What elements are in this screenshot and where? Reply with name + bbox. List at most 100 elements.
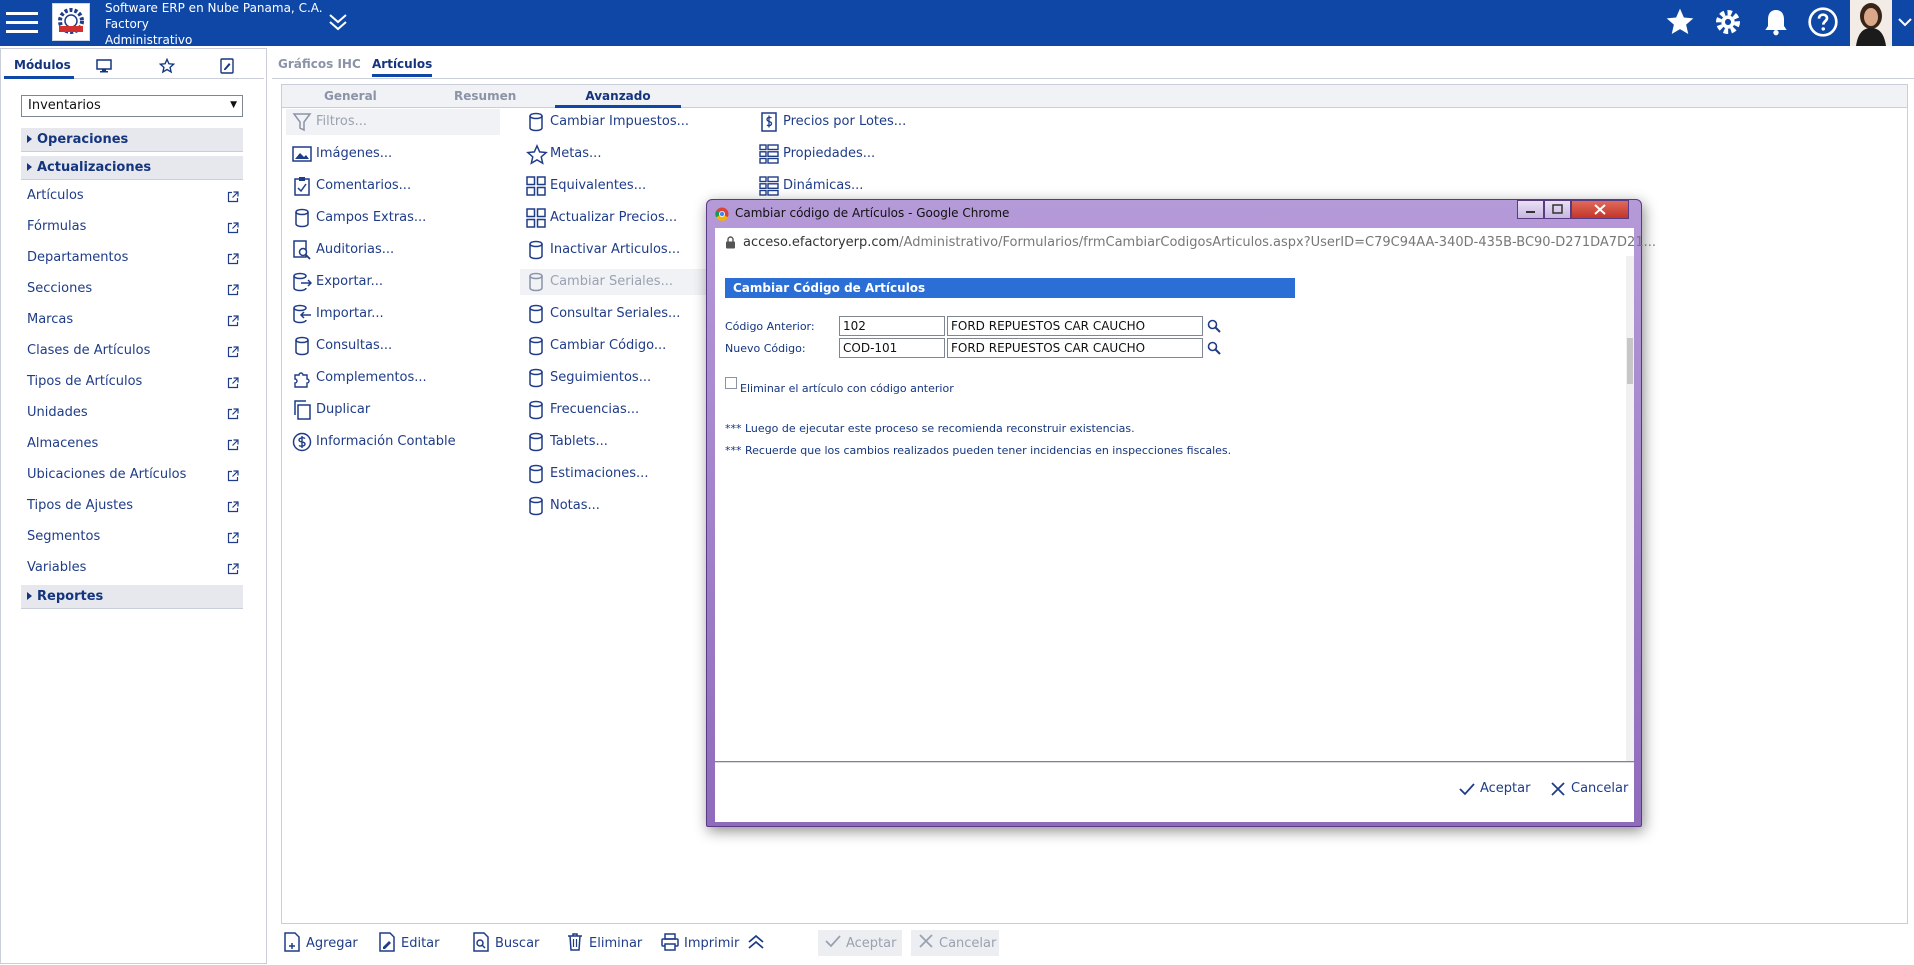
- add-button[interactable]: Agregar: [282, 930, 362, 956]
- search-button[interactable]: Buscar: [471, 930, 541, 956]
- gear-icon[interactable]: [1712, 6, 1744, 38]
- collapse-up-button[interactable]: [746, 930, 768, 956]
- chevron-down-icon[interactable]: [1897, 14, 1913, 30]
- action-item[interactable]: Consultar Seriales...: [520, 301, 734, 327]
- caret-right-icon: [27, 592, 32, 600]
- check-icon: [1458, 781, 1476, 797]
- tab-graficos-ihc[interactable]: Gráficos IHC: [278, 57, 361, 71]
- print-button[interactable]: Imprimir: [660, 930, 740, 956]
- address-bar[interactable]: acceso.efactoryerp.com/Administrativo/Fo…: [715, 228, 1656, 257]
- section-operaciones[interactable]: Operaciones: [21, 128, 243, 152]
- search-icon[interactable]: [1207, 341, 1221, 355]
- dialog-accept-button[interactable]: Aceptar: [1458, 779, 1532, 799]
- edit-button[interactable]: Editar: [377, 930, 447, 956]
- action-item[interactable]: Cambiar Seriales...: [520, 269, 734, 295]
- tab-articulos[interactable]: Artículos: [372, 57, 433, 77]
- action-item[interactable]: Filtros...: [286, 109, 500, 135]
- left-tabs: Módulos: [4, 54, 264, 79]
- tab-notes[interactable]: [219, 54, 243, 76]
- dialog-cancel-button[interactable]: Cancelar: [1549, 779, 1629, 799]
- delete-button[interactable]: Eliminar: [565, 930, 645, 956]
- action-item[interactable]: Propiedades...: [753, 141, 967, 167]
- bell-icon[interactable]: [1760, 6, 1792, 38]
- external-link-icon: [227, 470, 239, 482]
- action-item[interactable]: Campos Extras...: [286, 205, 500, 231]
- external-link-icon: [227, 222, 239, 234]
- action-item[interactable]: Complementos...: [286, 365, 500, 391]
- trash-icon: [565, 932, 585, 952]
- sidebar-item[interactable]: Tipos de Ajustes: [27, 498, 239, 518]
- action-item-label: Cambiar Impuestos...: [550, 114, 689, 129]
- tab-modulos[interactable]: Módulos: [4, 54, 74, 79]
- subtab-general[interactable]: General: [324, 89, 377, 103]
- delete-old-code-checkbox[interactable]: [725, 377, 737, 389]
- section-actualizaciones[interactable]: Actualizaciones: [21, 156, 243, 180]
- cancel-button[interactable]: Cancelar: [911, 930, 999, 956]
- tab-favorites[interactable]: [159, 54, 183, 76]
- subtab-resumen[interactable]: Resumen: [454, 89, 516, 103]
- action-item[interactable]: Seguimientos...: [520, 365, 734, 391]
- sidebar-item[interactable]: Variables: [27, 560, 239, 580]
- menu-icon[interactable]: [6, 8, 38, 38]
- dialog-scrollbar[interactable]: [1626, 256, 1634, 761]
- accept-button[interactable]: Aceptar: [818, 930, 902, 956]
- old-description-input[interactable]: FORD REPUESTOS CAR CAUCHO: [947, 316, 1203, 336]
- action-item[interactable]: Importar...: [286, 301, 500, 327]
- help-icon[interactable]: [1807, 6, 1839, 38]
- scrollbar-thumb[interactable]: [1627, 338, 1633, 384]
- action-item[interactable]: Tablets...: [520, 429, 734, 455]
- section-reportes[interactable]: Reportes: [21, 585, 243, 609]
- subtab-avanzado[interactable]: Avanzado: [555, 89, 681, 108]
- action-item[interactable]: Cambiar Impuestos...: [520, 109, 734, 135]
- sidebar-item[interactable]: Secciones: [27, 281, 239, 301]
- avatar[interactable]: [1850, 0, 1892, 46]
- maximize-button[interactable]: [1544, 200, 1571, 219]
- sidebar-item[interactable]: Marcas: [27, 312, 239, 332]
- sidebar-item-label: Ubicaciones de Artículos: [27, 467, 187, 482]
- action-item-label: Complementos...: [316, 370, 427, 385]
- sidebar-item[interactable]: Segmentos: [27, 529, 239, 549]
- search-icon[interactable]: [1207, 319, 1221, 333]
- double-chevron-down-icon[interactable]: [326, 12, 350, 32]
- module-select[interactable]: Inventarios ▼: [21, 95, 243, 117]
- action-item[interactable]: Inactivar Articulos...: [520, 237, 734, 263]
- action-item[interactable]: Auditorias...: [286, 237, 500, 263]
- action-item[interactable]: Cambiar Código...: [520, 333, 734, 359]
- sidebar-item[interactable]: Fórmulas: [27, 219, 239, 239]
- new-code-input[interactable]: COD-101: [839, 338, 945, 358]
- action-item[interactable]: Exportar...: [286, 269, 500, 295]
- action-item[interactable]: Actualizar Precios...: [520, 205, 734, 231]
- action-item[interactable]: Imágenes...: [286, 141, 500, 167]
- tab-desktop[interactable]: [96, 54, 120, 76]
- old-code-input[interactable]: 102: [839, 316, 945, 336]
- dialog-heading: Cambiar Código de Artículos: [725, 278, 1295, 298]
- minimize-button[interactable]: [1517, 200, 1544, 219]
- sidebar-item[interactable]: Almacenes: [27, 436, 239, 456]
- sidebar-item[interactable]: Artículos: [27, 188, 239, 208]
- database-icon: [526, 336, 546, 356]
- sidebar-item[interactable]: Unidades: [27, 405, 239, 425]
- sidebar-item[interactable]: Tipos de Artículos: [27, 374, 239, 394]
- action-item[interactable]: Duplicar: [286, 397, 500, 423]
- action-item[interactable]: Frecuencias...: [520, 397, 734, 423]
- action-item[interactable]: Equivalentes...: [520, 173, 734, 199]
- action-item[interactable]: Comentarios...: [286, 173, 500, 199]
- action-item[interactable]: Información Contable: [286, 429, 500, 455]
- star-icon[interactable]: [1664, 6, 1696, 38]
- accept-button-label: Aceptar: [846, 936, 897, 951]
- copy-icon: [292, 400, 312, 420]
- sidebar-item[interactable]: Ubicaciones de Artículos: [27, 467, 239, 487]
- dialog-accept-label: Aceptar: [1480, 781, 1531, 796]
- window-close-button[interactable]: [1571, 200, 1629, 219]
- action-item[interactable]: Consultas...: [286, 333, 500, 359]
- action-item[interactable]: Dinámicas...: [753, 173, 967, 199]
- action-item[interactable]: Notas...: [520, 493, 734, 519]
- action-item[interactable]: Precios por Lotes...: [753, 109, 967, 135]
- action-item[interactable]: Estimaciones...: [520, 461, 734, 487]
- new-description-input[interactable]: FORD REPUESTOS CAR CAUCHO: [947, 338, 1203, 358]
- edit-file-icon: [377, 932, 397, 952]
- sidebar-item-label: Variables: [27, 560, 87, 575]
- sidebar-item[interactable]: Clases de Artículos: [27, 343, 239, 363]
- action-item[interactable]: Metas...: [520, 141, 734, 167]
- sidebar-item[interactable]: Departamentos: [27, 250, 239, 270]
